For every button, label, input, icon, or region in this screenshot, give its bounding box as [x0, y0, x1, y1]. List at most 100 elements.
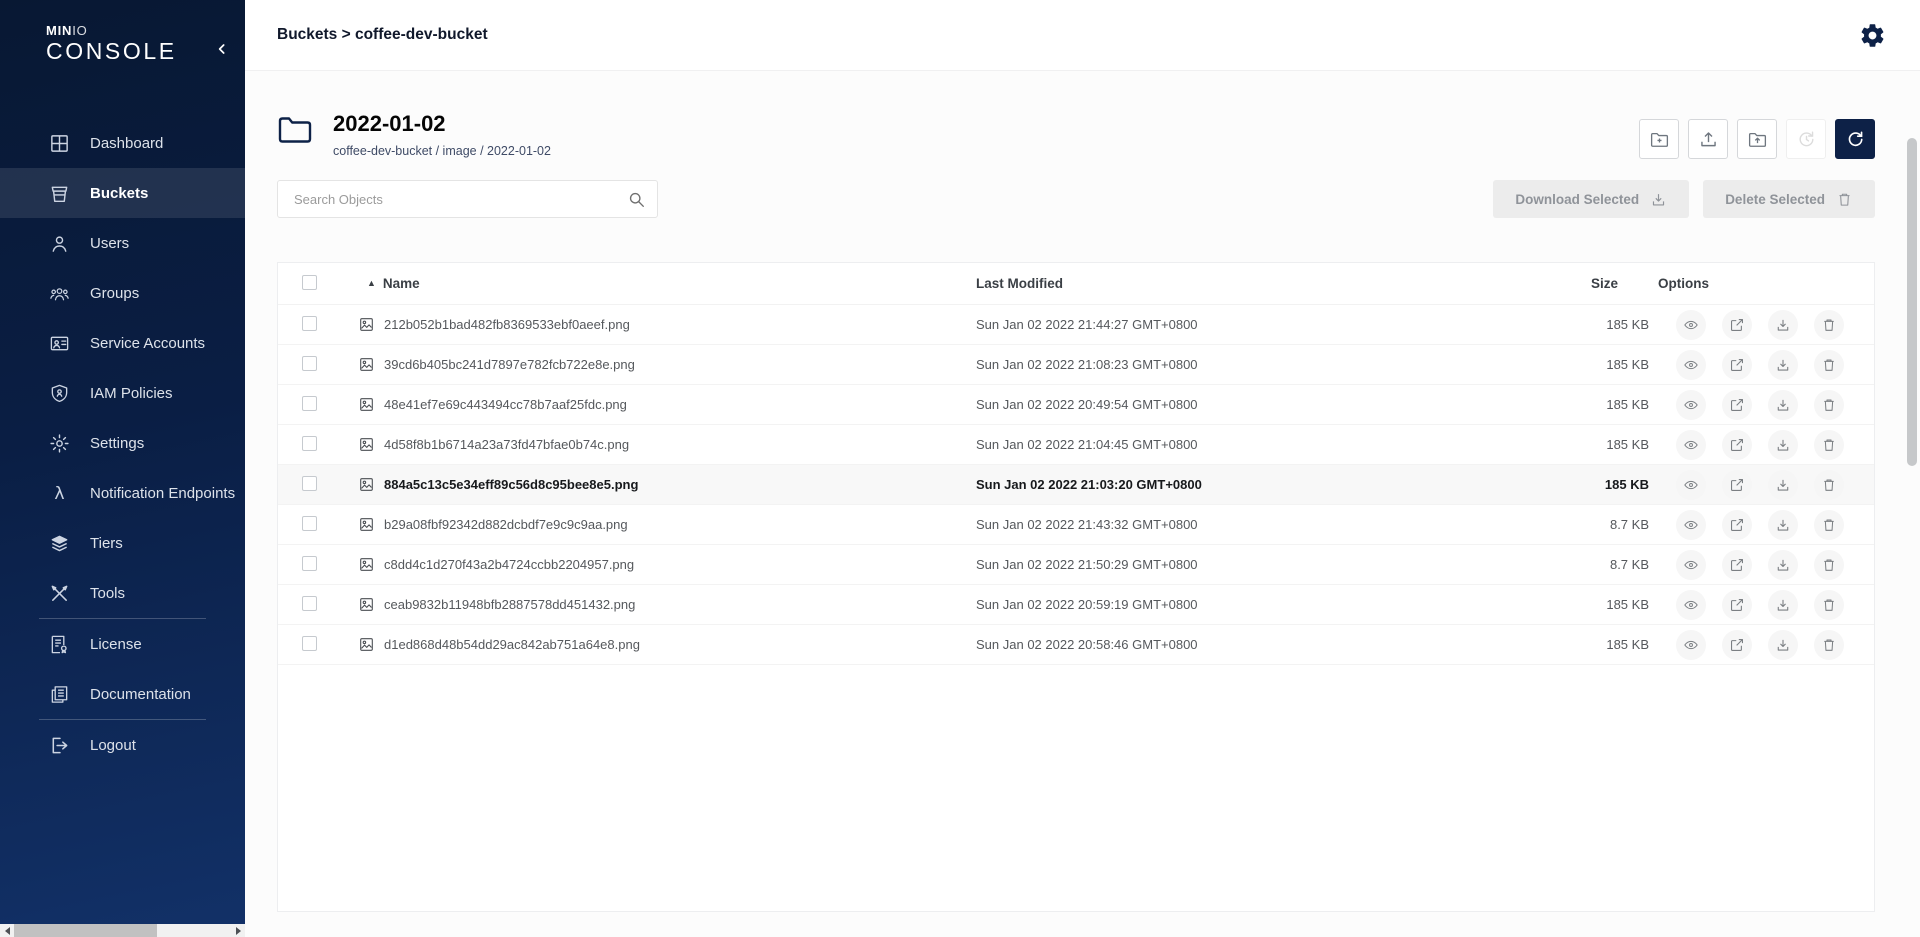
preview-object-button[interactable]: [1676, 350, 1706, 380]
preview-object-button[interactable]: [1676, 310, 1706, 340]
sidebar-item-groups[interactable]: Groups: [0, 268, 245, 318]
table-row[interactable]: 212b052b1bad482fb8369533ebf0aeef.pngSun …: [278, 305, 1874, 345]
select-all-checkbox[interactable]: [302, 275, 317, 290]
row-checkbox[interactable]: [302, 316, 317, 331]
sidebar-item-license[interactable]: License: [0, 619, 245, 669]
scroll-right-arrow-icon[interactable]: [231, 924, 245, 937]
preview-object-button[interactable]: [1676, 390, 1706, 420]
table-row[interactable]: 48e41ef7e69c443494cc78b7aaf25fdc.pngSun …: [278, 385, 1874, 425]
sidebar-item-logout[interactable]: Logout: [0, 720, 245, 770]
row-checkbox[interactable]: [302, 596, 317, 611]
preview-object-button[interactable]: [1676, 550, 1706, 580]
table-row[interactable]: 4d58f8b1b6714a23a73fd47bfae0b74c.pngSun …: [278, 425, 1874, 465]
delete-object-button[interactable]: [1814, 550, 1844, 580]
download-object-button[interactable]: [1768, 630, 1798, 660]
table-row[interactable]: ceab9832b11948bfb2887578dd451432.pngSun …: [278, 585, 1874, 625]
sidebar-item-tiers[interactable]: Tiers: [0, 518, 245, 568]
download-object-button[interactable]: [1768, 350, 1798, 380]
object-name-cell[interactable]: ceab9832b11948bfb2887578dd451432.png: [348, 596, 976, 613]
download-object-button[interactable]: [1768, 510, 1798, 540]
download-object-button[interactable]: [1768, 590, 1798, 620]
sidebar-item-settings[interactable]: Settings: [0, 418, 245, 468]
share-object-button[interactable]: [1722, 590, 1752, 620]
object-name: 212b052b1bad482fb8369533ebf0aeef.png: [384, 317, 630, 332]
sidebar-item-notification-endpoints[interactable]: λNotification Endpoints: [0, 468, 245, 518]
preview-object-button[interactable]: [1676, 630, 1706, 660]
sidebar-item-service-accounts[interactable]: Service Accounts: [0, 318, 245, 368]
row-checkbox[interactable]: [302, 356, 317, 371]
download-object-button[interactable]: [1768, 430, 1798, 460]
sidebar-item-buckets[interactable]: Buckets: [0, 168, 245, 218]
delete-object-button[interactable]: [1814, 350, 1844, 380]
object-name-cell[interactable]: 4d58f8b1b6714a23a73fd47bfae0b74c.png: [348, 436, 976, 453]
share-object-button[interactable]: [1722, 430, 1752, 460]
sidebar-item-iam-policies[interactable]: IAM Policies: [0, 368, 245, 418]
delete-object-button[interactable]: [1814, 510, 1844, 540]
table-row[interactable]: d1ed868d48b54dd29ac842ab751a64e8.pngSun …: [278, 625, 1874, 665]
download-object-button[interactable]: [1768, 550, 1798, 580]
object-name-cell[interactable]: 48e41ef7e69c443494cc78b7aaf25fdc.png: [348, 396, 976, 413]
delete-object-button[interactable]: [1814, 590, 1844, 620]
object-name-cell[interactable]: b29a08fbf92342d882dcbdf7e9c9c9aa.png: [348, 516, 976, 533]
delete-object-button[interactable]: [1814, 430, 1844, 460]
share-object-button[interactable]: [1722, 550, 1752, 580]
delete-object-button[interactable]: [1814, 310, 1844, 340]
sidebar-item-documentation[interactable]: Documentation: [0, 669, 245, 719]
column-header-last-modified[interactable]: Last Modified: [976, 276, 1553, 291]
download-object-button[interactable]: [1768, 390, 1798, 420]
sidebar-horizontal-scrollbar[interactable]: [0, 924, 245, 937]
row-checkbox[interactable]: [302, 556, 317, 571]
column-header-name[interactable]: ▲ Name: [348, 276, 976, 291]
object-name: 4d58f8b1b6714a23a73fd47bfae0b74c.png: [384, 437, 629, 452]
download-object-button[interactable]: [1768, 470, 1798, 500]
object-name-cell[interactable]: 212b052b1bad482fb8369533ebf0aeef.png: [348, 316, 976, 333]
object-name-cell[interactable]: 884a5c13c5e34eff89c56d8c95bee8e5.png: [348, 476, 976, 493]
upload-folder-button[interactable]: [1737, 119, 1777, 159]
sidebar-item-tools[interactable]: Tools: [0, 568, 245, 618]
breadcrumb[interactable]: Buckets > coffee-dev-bucket: [277, 26, 488, 44]
download-selected-button[interactable]: Download Selected: [1493, 180, 1689, 218]
refresh-button[interactable]: [1835, 119, 1875, 159]
settings-gear-button[interactable]: [1856, 19, 1888, 51]
row-checkbox[interactable]: [302, 396, 317, 411]
sidebar-item-dashboard[interactable]: Dashboard: [0, 118, 245, 168]
object-name-cell[interactable]: 39cd6b405bc241d7897e782fcb722e8e.png: [348, 356, 976, 373]
trash-icon: [1821, 397, 1837, 413]
preview-object-button[interactable]: [1676, 430, 1706, 460]
row-checkbox[interactable]: [302, 436, 317, 451]
preview-object-button[interactable]: [1676, 470, 1706, 500]
share-object-button[interactable]: [1722, 630, 1752, 660]
share-object-button[interactable]: [1722, 310, 1752, 340]
download-object-button[interactable]: [1768, 310, 1798, 340]
row-checkbox[interactable]: [302, 476, 317, 491]
row-checkbox[interactable]: [302, 636, 317, 651]
share-object-button[interactable]: [1722, 470, 1752, 500]
delete-object-button[interactable]: [1814, 470, 1844, 500]
share-object-button[interactable]: [1722, 350, 1752, 380]
scrollbar-thumb[interactable]: [14, 924, 157, 937]
share-icon: [1729, 477, 1745, 493]
page-vertical-scrollbar-thumb[interactable]: [1907, 138, 1917, 466]
row-checkbox[interactable]: [302, 516, 317, 531]
delete-object-button[interactable]: [1814, 390, 1844, 420]
page-head: 2022-01-02 coffee-dev-bucket / image / 2…: [277, 111, 1875, 159]
share-object-button[interactable]: [1722, 390, 1752, 420]
table-row[interactable]: 39cd6b405bc241d7897e782fcb722e8e.pngSun …: [278, 345, 1874, 385]
upload-file-button[interactable]: [1688, 119, 1728, 159]
object-name-cell[interactable]: d1ed868d48b54dd29ac842ab751a64e8.png: [348, 636, 976, 653]
sidebar-collapse-button[interactable]: [209, 36, 235, 62]
share-object-button[interactable]: [1722, 510, 1752, 540]
object-name-cell[interactable]: c8dd4c1d270f43a2b4724ccbb2204957.png: [348, 556, 976, 573]
preview-object-button[interactable]: [1676, 590, 1706, 620]
table-row[interactable]: 884a5c13c5e34eff89c56d8c95bee8e5.pngSun …: [278, 465, 1874, 505]
table-row[interactable]: c8dd4c1d270f43a2b4724ccbb2204957.pngSun …: [278, 545, 1874, 585]
new-path-button[interactable]: [1639, 119, 1679, 159]
table-row[interactable]: b29a08fbf92342d882dcbdf7e9c9c9aa.pngSun …: [278, 505, 1874, 545]
scroll-left-arrow-icon[interactable]: [0, 924, 14, 937]
column-header-size[interactable]: Size: [1553, 276, 1649, 291]
sidebar-item-users[interactable]: Users: [0, 218, 245, 268]
search-input[interactable]: [292, 191, 628, 208]
preview-object-button[interactable]: [1676, 510, 1706, 540]
delete-selected-button[interactable]: Delete Selected: [1703, 180, 1875, 218]
delete-object-button[interactable]: [1814, 630, 1844, 660]
